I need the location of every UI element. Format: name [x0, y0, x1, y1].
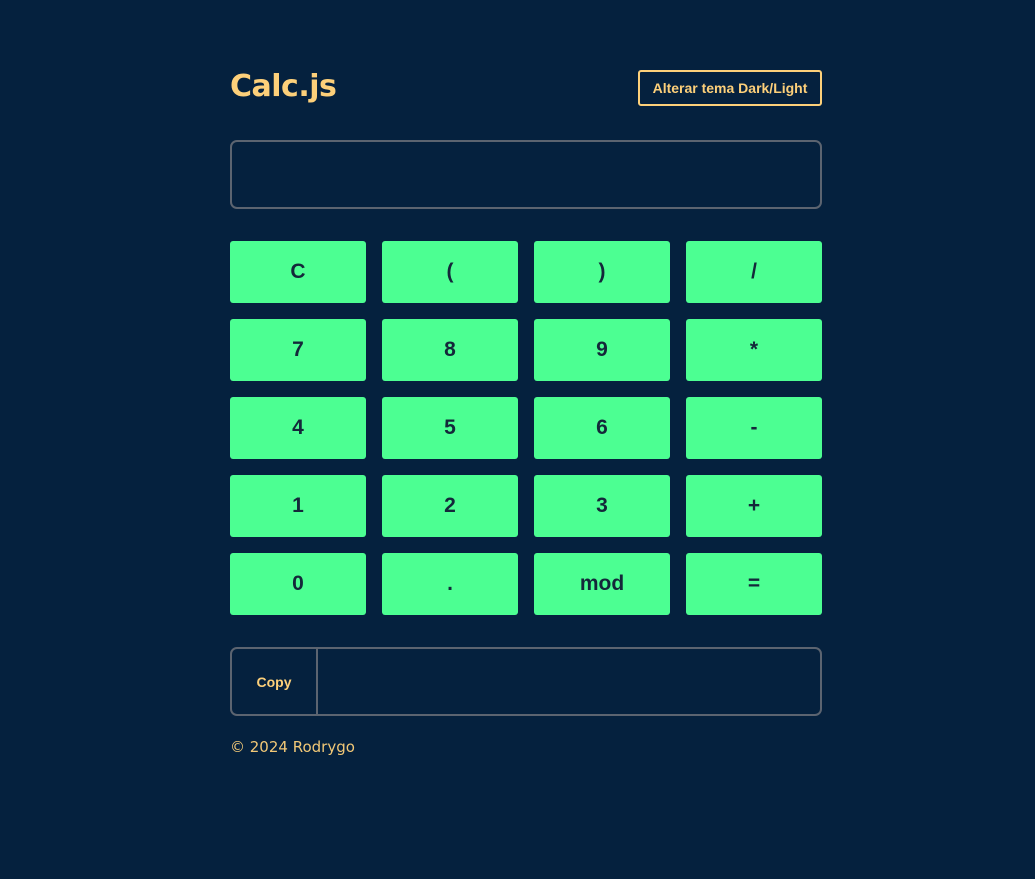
subtract-key[interactable]: - — [686, 397, 822, 459]
result-output[interactable] — [318, 649, 820, 714]
app-header: Calc.js Alterar tema Dark/Light — [230, 69, 822, 106]
keypad: C () / 7 8 9 * 4 5 6- 1 2 3 +0. mod = — [230, 241, 822, 615]
divide-key[interactable]: / — [686, 241, 822, 303]
equals-key[interactable]: = — [686, 553, 822, 615]
clear-key[interactable]: C — [230, 241, 366, 303]
digit-9-key[interactable]: 9 — [534, 319, 670, 381]
footer-copyright: © 2024 Rodrygo — [230, 738, 355, 756]
result-panel: Copy — [230, 647, 822, 716]
digit-8-key[interactable]: 8 — [382, 319, 518, 381]
digit-5-key[interactable]: 5 — [382, 397, 518, 459]
multiply-key[interactable]: * — [686, 319, 822, 381]
digit-0-key[interactable]: 0 — [230, 553, 366, 615]
app-title: Calc.js — [230, 69, 337, 104]
add-key[interactable]: + — [686, 475, 822, 537]
theme-toggle-button[interactable]: Alterar tema Dark/Light — [638, 70, 822, 106]
digit-2-key[interactable]: 2 — [382, 475, 518, 537]
close-paren-key[interactable]: ) — [534, 241, 670, 303]
decimal-point-key[interactable]: . — [382, 553, 518, 615]
digit-6-key[interactable]: 6 — [534, 397, 670, 459]
digit-1-key[interactable]: 1 — [230, 475, 366, 537]
digit-4-key[interactable]: 4 — [230, 397, 366, 459]
digit-7-key[interactable]: 7 — [230, 319, 366, 381]
copy-button[interactable]: Copy — [232, 649, 318, 714]
open-paren-key[interactable]: ( — [382, 241, 518, 303]
expression-display[interactable] — [230, 140, 822, 209]
modulo-key[interactable]: mod — [534, 553, 670, 615]
digit-3-key[interactable]: 3 — [534, 475, 670, 537]
